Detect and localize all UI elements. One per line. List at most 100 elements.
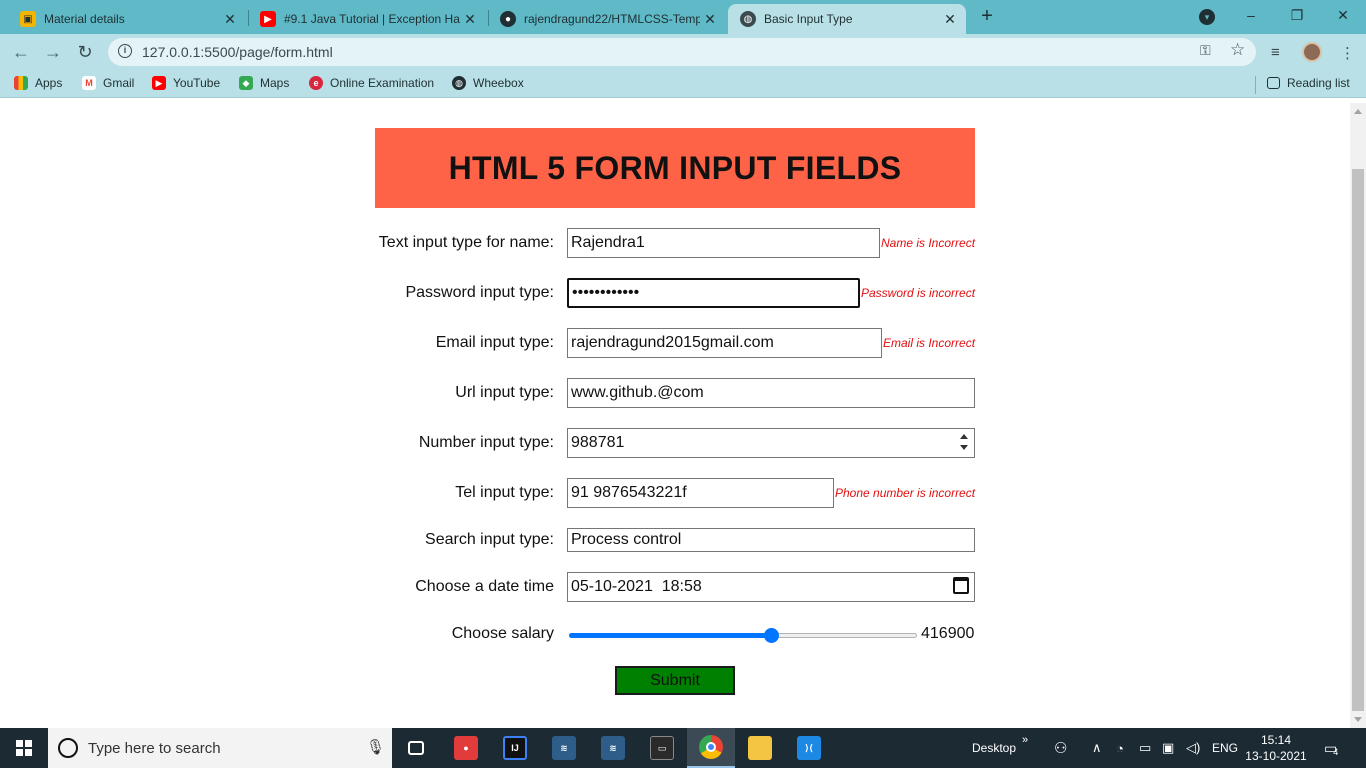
number-input[interactable]: 988781 bbox=[567, 428, 975, 458]
notifications-icon[interactable]: ▭ 4 bbox=[1324, 728, 1338, 768]
clock-time: 15:14 bbox=[1260, 733, 1292, 747]
app-tray-icon[interactable]: ▣ bbox=[1162, 728, 1174, 768]
vscode-icon: ⟩⟨ bbox=[797, 736, 821, 760]
close-tab-icon[interactable]: ✕ bbox=[700, 11, 720, 28]
taskbar-app-mysql-2[interactable]: ≋ bbox=[589, 728, 637, 768]
number-label: Number input type: bbox=[418, 434, 554, 451]
mysql-workbench-icon: ≋ bbox=[601, 736, 625, 760]
name-input[interactable]: Rajendra1 bbox=[567, 228, 880, 258]
name-label: Text input type for name: bbox=[378, 234, 554, 251]
tab-java-tutorial[interactable]: ▶ #9.1 Java Tutorial | Exception Han ✕ bbox=[248, 4, 486, 34]
mysql-workbench-icon: ≋ bbox=[552, 736, 576, 760]
taskbar-app-vscode[interactable]: ⟩⟨ bbox=[785, 728, 833, 768]
password-input[interactable]: •••••••••••• bbox=[567, 278, 860, 308]
desktop-toolbar-label[interactable]: Desktop bbox=[972, 728, 1016, 768]
task-view-icon bbox=[408, 741, 424, 755]
language-indicator[interactable]: ENG bbox=[1212, 728, 1238, 768]
close-tab-icon[interactable]: ✕ bbox=[940, 11, 960, 28]
calendar-icon[interactable] bbox=[953, 577, 969, 594]
volume-icon[interactable]: ◁) bbox=[1186, 728, 1200, 768]
online-exam-icon: e bbox=[309, 76, 323, 90]
taskbar-search[interactable]: Type here to search 🎙 bbox=[48, 728, 392, 768]
bookmark-star-icon[interactable]: ☆ bbox=[1230, 40, 1245, 60]
forward-arrow-icon[interactable]: → bbox=[42, 41, 64, 63]
globe-icon: ◍ bbox=[452, 76, 466, 90]
gmail-icon: M bbox=[82, 76, 96, 90]
back-arrow-icon[interactable]: ← bbox=[10, 41, 32, 63]
new-tab-button[interactable]: + bbox=[976, 6, 998, 28]
email-input[interactable]: rajendragund2015gmail.com bbox=[567, 328, 882, 358]
page-scrollbar[interactable] bbox=[1350, 103, 1366, 728]
task-view-button[interactable] bbox=[392, 728, 440, 768]
clock-date: 13-10-2021 bbox=[1245, 749, 1307, 763]
mysql-shell-icon: ▭ bbox=[650, 736, 674, 760]
search-label: Search input type: bbox=[425, 531, 554, 548]
bookmark-online-examination[interactable]: e Online Examination bbox=[309, 76, 434, 90]
menu-kebab-icon[interactable]: ⋮ bbox=[1340, 44, 1355, 62]
intellij-icon: IJ bbox=[503, 736, 527, 760]
tab-basic-input-type[interactable]: ◍ Basic Input Type ✕ bbox=[728, 4, 966, 34]
datetime-input[interactable]: 05-10-2021 18:58 bbox=[567, 572, 975, 602]
profile-avatar[interactable] bbox=[1302, 42, 1322, 62]
close-tab-icon[interactable]: ✕ bbox=[220, 11, 240, 28]
chrome-icon bbox=[699, 735, 723, 759]
taskbar-app-explorer[interactable] bbox=[736, 728, 784, 768]
search-input[interactable]: Process control bbox=[567, 528, 975, 552]
tab-material-details[interactable]: ▣ Material details ✕ bbox=[8, 4, 246, 34]
address-bar[interactable]: i 127.0.0.1:5500/page/form.html ⚿ ☆ bbox=[108, 38, 1256, 66]
slider-thumb[interactable] bbox=[764, 628, 779, 643]
address-url[interactable]: 127.0.0.1:5500/page/form.html bbox=[142, 44, 333, 60]
page-content: HTML 5 FORM INPUT FIELDS Text input type… bbox=[0, 103, 1350, 728]
close-tab-icon[interactable]: ✕ bbox=[460, 11, 480, 28]
bookmark-wheebox[interactable]: ◍ Wheebox bbox=[452, 76, 524, 90]
browser-tab-bar: ▣ Material details ✕ ▶ #9.1 Java Tutoria… bbox=[0, 0, 1366, 34]
number-spinner-icon[interactable] bbox=[959, 432, 969, 452]
bookmark-maps[interactable]: ◆ Maps bbox=[239, 76, 289, 90]
github-icon: ● bbox=[500, 11, 516, 27]
tab-search-icon[interactable]: ▾ bbox=[1199, 9, 1215, 25]
scroll-up-icon[interactable] bbox=[1354, 109, 1362, 114]
email-error: Email is Incorrect bbox=[883, 336, 976, 350]
taskbar-app-recorder[interactable]: ● bbox=[442, 728, 490, 768]
reading-list-button[interactable]: Reading list bbox=[1267, 76, 1350, 90]
show-hidden-icons-icon[interactable]: ∧ bbox=[1092, 728, 1102, 768]
form-banner: HTML 5 FORM INPUT FIELDS bbox=[375, 128, 975, 208]
people-icon[interactable]: ⚇ bbox=[1054, 728, 1067, 768]
cortana-icon bbox=[58, 738, 78, 758]
bookmark-youtube[interactable]: ▶ YouTube bbox=[152, 76, 220, 90]
taskbar-app-mysql-1[interactable]: ≋ bbox=[540, 728, 588, 768]
reload-icon[interactable]: ↻ bbox=[74, 41, 96, 63]
url-input[interactable]: www.github.@com bbox=[567, 378, 975, 408]
key-icon[interactable]: ⚿ bbox=[1200, 42, 1211, 59]
tel-input[interactable]: 91 9876543221f bbox=[567, 478, 834, 508]
globe-icon: ◍ bbox=[740, 11, 756, 27]
system-clock[interactable]: 15:14 13-10-2021 bbox=[1244, 732, 1308, 764]
battery-icon[interactable]: ▭ bbox=[1139, 728, 1151, 768]
tel-error: Phone number is incorrect bbox=[835, 486, 976, 500]
close-window-button[interactable]: ✕ bbox=[1320, 4, 1366, 26]
restore-button[interactable]: ❐ bbox=[1274, 4, 1320, 26]
bookmark-gmail[interactable]: M Gmail bbox=[82, 76, 134, 90]
taskbar-app-chrome[interactable] bbox=[687, 728, 735, 768]
taskbar-app-mysql-shell[interactable]: ▭ bbox=[638, 728, 686, 768]
media-control-icon[interactable]: ≡ bbox=[1271, 44, 1280, 61]
tab-github-repo[interactable]: ● rajendragund22/HTMLCSS-Templ ✕ bbox=[488, 4, 726, 34]
start-button[interactable] bbox=[0, 728, 48, 768]
scrollbar-thumb[interactable] bbox=[1352, 169, 1364, 711]
maps-pin-icon: ◆ bbox=[239, 76, 253, 90]
site-info-icon[interactable]: i bbox=[118, 44, 132, 58]
microphone-icon[interactable]: 🎙 bbox=[366, 738, 385, 756]
salary-slider[interactable] bbox=[567, 627, 919, 643]
screen-recorder-icon: ● bbox=[454, 736, 478, 760]
scroll-down-icon[interactable] bbox=[1354, 717, 1362, 722]
taskbar-app-intellij[interactable]: IJ bbox=[491, 728, 539, 768]
wifi-icon[interactable]: ◔ bbox=[1116, 728, 1124, 768]
youtube-icon: ▶ bbox=[152, 76, 166, 90]
toolbar-expand-icon[interactable]: » bbox=[1022, 720, 1028, 760]
submit-button[interactable]: Submit bbox=[615, 666, 735, 695]
page-title: HTML 5 FORM INPUT FIELDS bbox=[448, 149, 902, 186]
bookmark-apps[interactable]: Apps bbox=[14, 76, 62, 90]
windows-logo-icon bbox=[16, 740, 32, 756]
password-label: Password input type: bbox=[405, 284, 554, 301]
minimize-button[interactable]: – bbox=[1228, 4, 1274, 26]
